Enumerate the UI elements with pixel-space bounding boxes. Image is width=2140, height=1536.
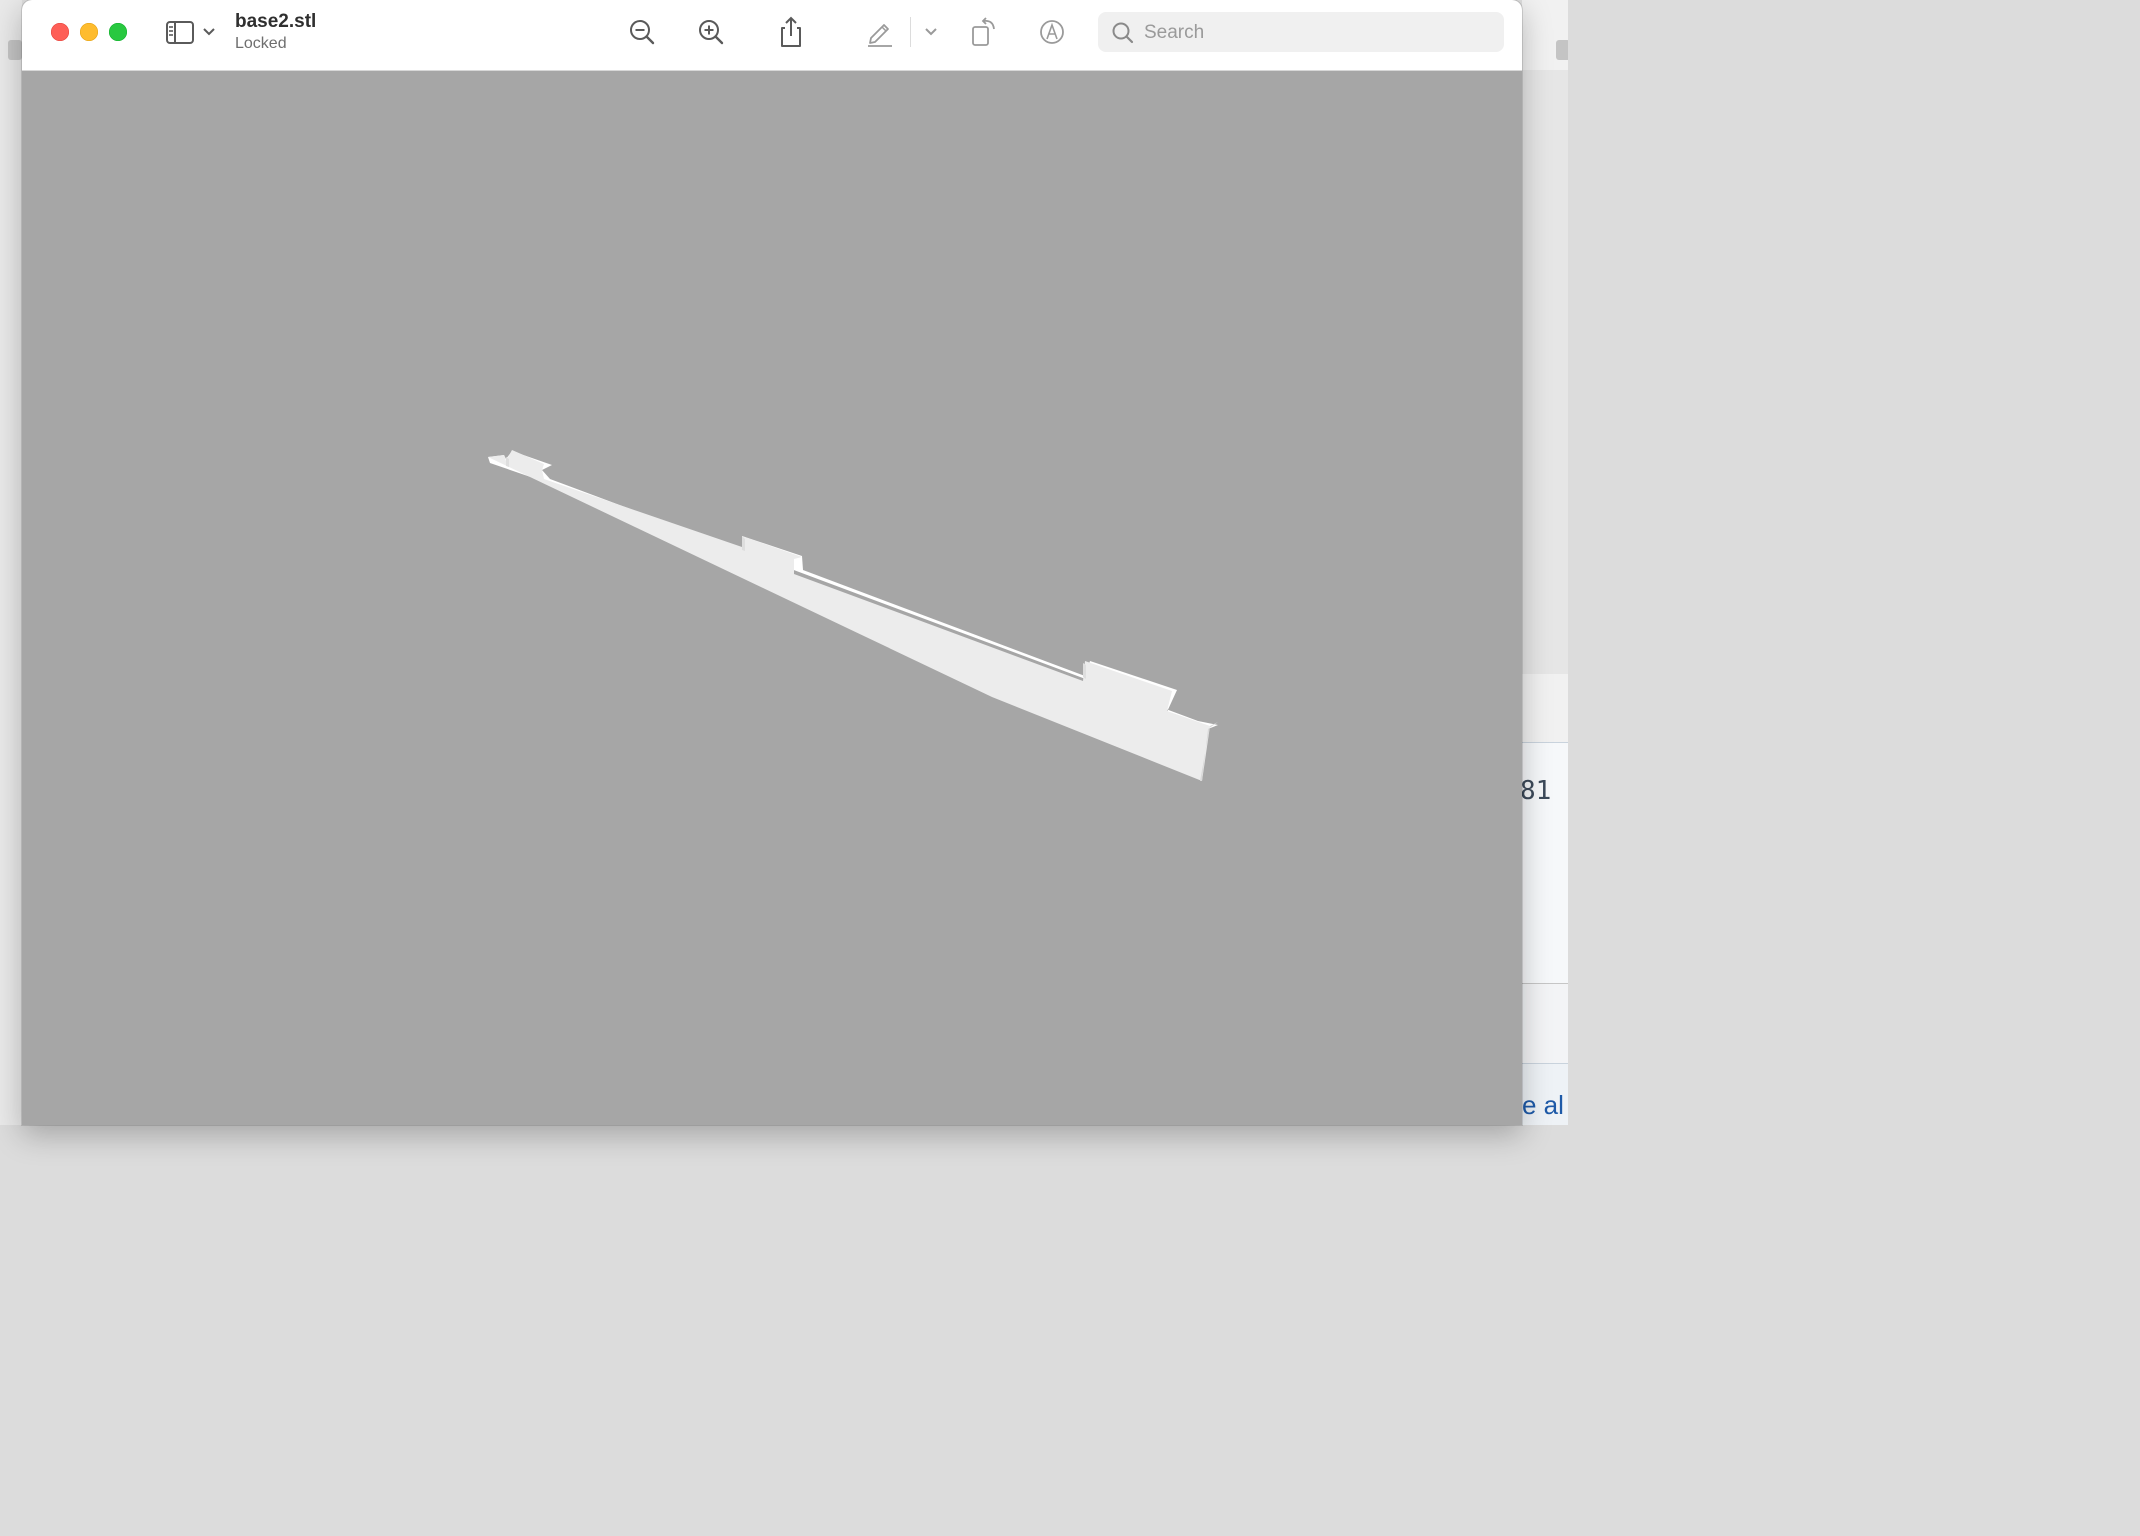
- chevron-down-icon: [202, 24, 216, 40]
- pencil-icon: [864, 16, 896, 48]
- background-pane: [1522, 70, 1568, 674]
- window-toolbar: base2.stl Locked: [22, 0, 1522, 71]
- maximize-button[interactable]: [109, 23, 127, 41]
- search-field[interactable]: [1098, 12, 1504, 54]
- background-chip: [1556, 40, 1568, 60]
- sidebar-toggle-button[interactable]: [164, 12, 220, 52]
- rotate-icon: [968, 15, 1000, 49]
- document-status: Locked: [235, 35, 287, 52]
- minimize-button[interactable]: [80, 23, 98, 41]
- model-viewport[interactable]: [22, 71, 1522, 1125]
- stl-model-3d-view[interactable]: [22, 71, 1522, 1125]
- zoom-in-icon: [696, 17, 726, 47]
- close-button[interactable]: [51, 23, 69, 41]
- model-notch-shade: [1083, 663, 1086, 679]
- background-window-left: [0, 0, 22, 1125]
- search-icon: [1111, 21, 1135, 50]
- chevron-down-icon: [924, 24, 938, 40]
- zoom-out-button[interactable]: [624, 12, 660, 52]
- background-pane: [1522, 983, 1568, 1064]
- model-front-face: [488, 450, 1210, 781]
- markup-circle-icon: [1037, 17, 1067, 47]
- share-button[interactable]: [773, 12, 809, 52]
- toolbar-separator: [910, 17, 911, 47]
- background-chip: [8, 40, 22, 60]
- markup-button[interactable]: [862, 12, 898, 52]
- document-title[interactable]: base2.stl: [235, 11, 316, 33]
- zoom-in-button[interactable]: [693, 12, 729, 52]
- preview-window: base2.stl Locked: [22, 0, 1522, 1125]
- share-icon: [776, 15, 806, 49]
- annotate-button[interactable]: [1034, 12, 1070, 52]
- background-window-right: 81 p e al: [1522, 0, 1568, 1125]
- background-link-fragment[interactable]: e al: [1522, 1090, 1564, 1121]
- background-text-fragment: 81 p: [1522, 776, 1568, 806]
- markup-menu-button[interactable]: [920, 12, 942, 52]
- rotate-button[interactable]: [966, 12, 1002, 52]
- search-input[interactable]: [1142, 12, 1496, 54]
- zoom-out-icon: [627, 17, 657, 47]
